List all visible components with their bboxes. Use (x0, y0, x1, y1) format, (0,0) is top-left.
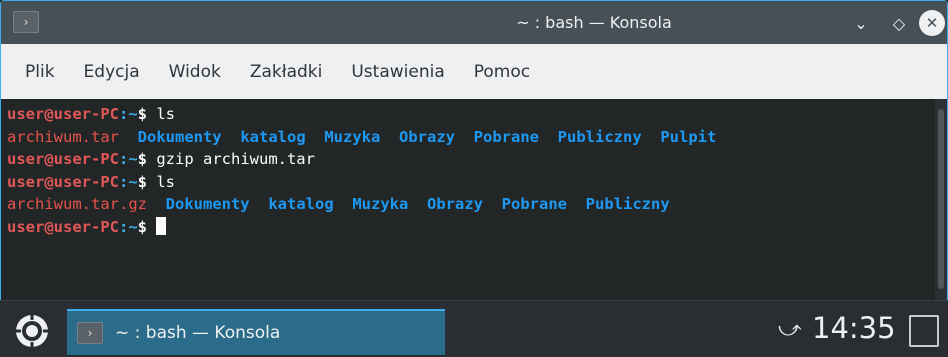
prompt-user: user@user-PC (7, 150, 119, 168)
prompt-dollar: $ (137, 150, 147, 168)
menu-plik[interactable]: Plik (25, 62, 55, 82)
directory-entry: katalog (268, 195, 334, 213)
terminal-scrollbar[interactable] (935, 99, 947, 301)
prompt-user: user@user-PC (7, 217, 119, 236)
maximize-button[interactable]: ◇ (887, 11, 911, 35)
window-title: ~ : bash — Konsola (516, 13, 672, 32)
command-text: ls (147, 172, 175, 191)
minimize-button[interactable]: ⌄ (849, 11, 873, 35)
terminal-output[interactable]: user@user-PC:~$ ls archiwum.tar Dokumenty… (1, 99, 935, 301)
directory-entry: Pobrane (501, 195, 567, 213)
terminal-line: archiwum.tar Dokumenty katalog Muzyka Ob… (7, 126, 935, 149)
command-text: gzip archiwum.tar (147, 150, 315, 168)
text-cursor (156, 216, 167, 235)
terminal-line: user@user-PC:~$ ls (7, 171, 935, 194)
directory-entry: Dokumenty (137, 127, 222, 146)
terminal-line: archiwum.tar.gz Dokumenty katalog Muzyka… (7, 193, 935, 216)
prompt-user: user@user-PC (7, 172, 119, 191)
konsole-window: › ~ : bash — Konsola ⌄ ◇ ✕ Plik Edycja W… (0, 0, 948, 301)
directory-entry: Obrazy (427, 195, 483, 213)
directory-entry: Pulpit (660, 127, 717, 146)
menu-widok[interactable]: Widok (169, 62, 221, 82)
prompt-path: :~ (118, 217, 138, 236)
prompt-dollar: $ (137, 217, 147, 236)
terminal-task-icon: › (77, 322, 103, 344)
menu-bar: Plik Edycja Widok Zakładki Ustawienia Po… (1, 44, 947, 99)
directory-entry: Pobrane (473, 127, 539, 146)
network-icon[interactable]: ⤻ (778, 317, 802, 342)
menu-zakladki[interactable]: Zakładki (250, 62, 323, 82)
prompt-dollar: $ (137, 172, 147, 191)
directory-entry: Publiczny (585, 195, 670, 213)
taskbar-panel: › ~ : bash — Konsola ⤻ 14:35 (0, 300, 948, 357)
menu-edycja[interactable]: Edycja (84, 62, 140, 82)
prompt-user: user@user-PC (7, 105, 119, 123)
directory-entry: katalog (240, 127, 306, 146)
prompt-path: :~ (118, 105, 138, 123)
prompt-dollar: $ (137, 105, 147, 123)
app-launcher-icon[interactable] (14, 313, 50, 349)
command-text: ls (147, 105, 175, 123)
archive-entry: archiwum.tar (7, 127, 119, 146)
close-button[interactable]: ✕ (919, 10, 945, 36)
clock[interactable]: 14:35 (812, 311, 896, 345)
terminal-line: user@user-PC:~$ ls (7, 103, 935, 126)
title-bar[interactable]: › ~ : bash — Konsola ⌄ ◇ ✕ (1, 1, 947, 44)
archive-entry: archiwum.tar.gz (7, 195, 147, 213)
menu-ustawienia[interactable]: Ustawienia (351, 62, 444, 82)
scrollbar-thumb[interactable] (938, 109, 944, 289)
terminal-line: user@user-PC:~$ gzip archiwum.tar (7, 148, 935, 171)
directory-entry: Publiczny (557, 127, 642, 146)
prompt-path: :~ (118, 172, 138, 191)
directory-entry: Muzyka (352, 195, 409, 213)
task-item-konsola[interactable]: › ~ : bash — Konsola (67, 309, 445, 355)
directory-entry: Muzyka (324, 127, 381, 146)
directory-entry: Obrazy (399, 127, 455, 146)
terminal-line: user@user-PC:~$ (7, 216, 935, 239)
directory-entry: Dokumenty (165, 195, 250, 213)
task-label: ~ : bash — Konsola (115, 323, 281, 343)
prompt-path: :~ (118, 150, 138, 168)
show-desktop-button[interactable] (909, 315, 939, 347)
menu-pomoc[interactable]: Pomoc (474, 62, 530, 82)
